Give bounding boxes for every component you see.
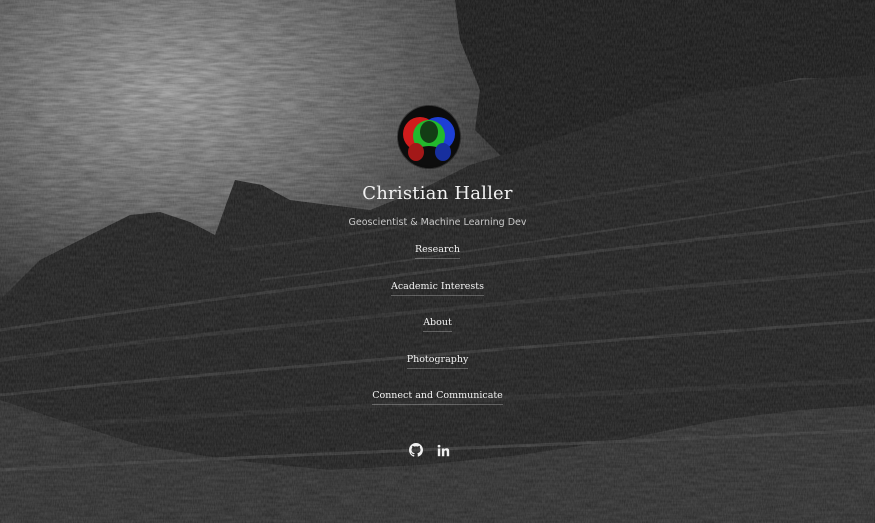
page-title: Christian Haller [362, 183, 513, 204]
nav-link-academic-interests[interactable]: Academic Interests [0, 281, 875, 296]
nav-link-label[interactable]: Connect and Communicate [372, 390, 503, 405]
nav-link-label[interactable]: Research [415, 244, 460, 259]
nav-link-label[interactable]: Academic Interests [391, 281, 484, 296]
nav-link-photography[interactable]: Photography [0, 354, 875, 369]
nav-link-research[interactable]: Research [0, 244, 875, 259]
avatar [398, 106, 460, 168]
page: Christian Haller Geoscientist & Machine … [0, 0, 875, 523]
tagline: Geoscientist & Machine Learning Dev [348, 217, 527, 228]
nav-link-connect[interactable]: Connect and Communicate [0, 390, 875, 405]
nav-link-about[interactable]: About [0, 317, 875, 332]
nav-link-label[interactable]: Photography [406, 354, 469, 369]
linkedin-icon[interactable] [437, 442, 453, 458]
nav-link-label[interactable]: About [423, 317, 452, 332]
github-icon[interactable] [409, 442, 425, 458]
profile-card: Christian Haller Geoscientist & Machine … [0, 0, 875, 523]
